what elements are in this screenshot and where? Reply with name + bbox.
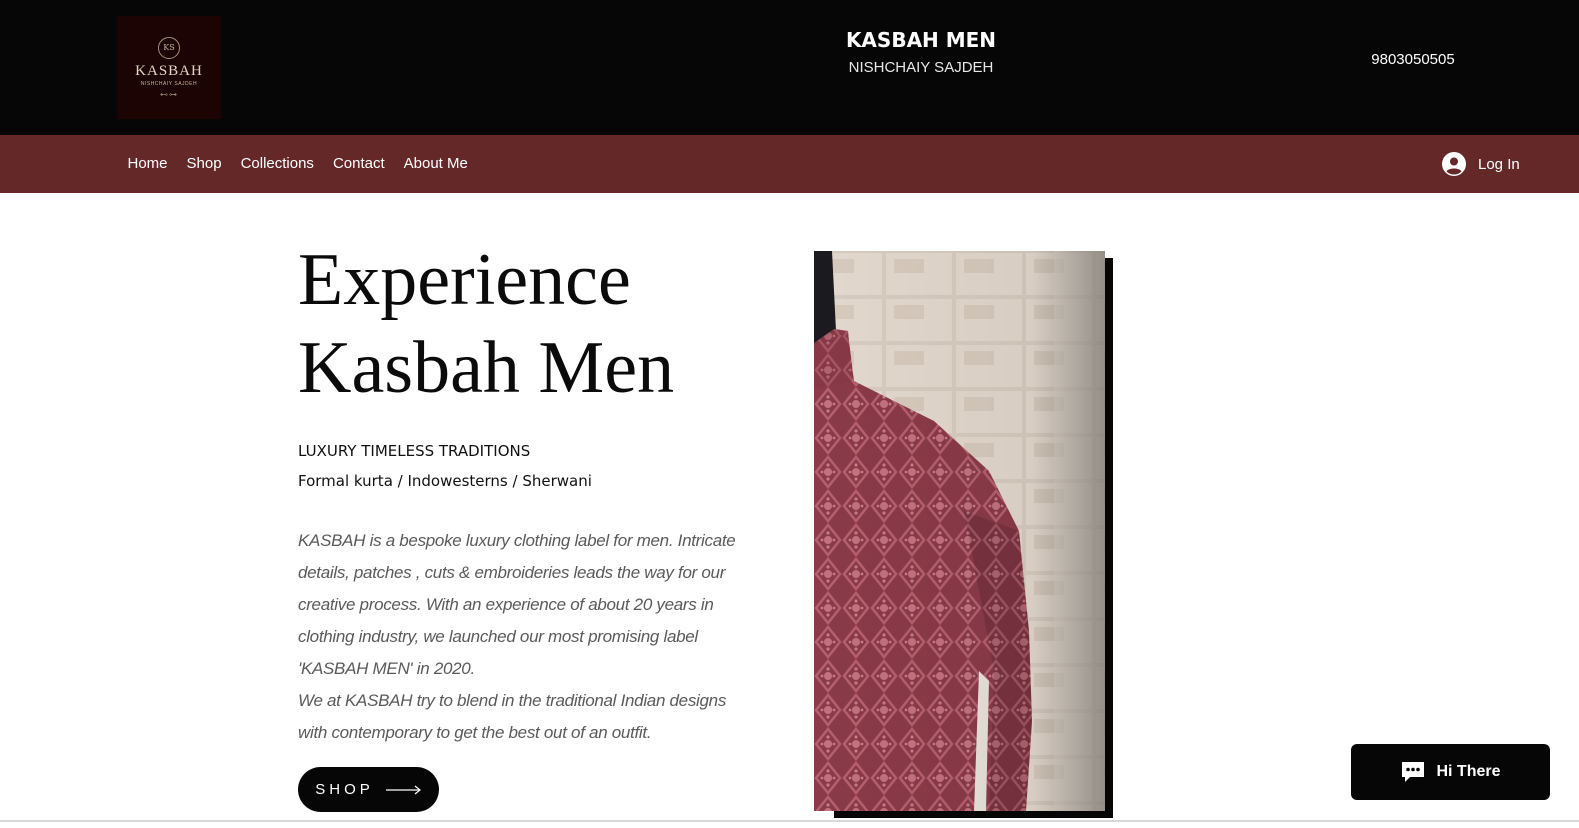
nav-item-collections[interactable]: Collections (231, 135, 323, 193)
brand-logo[interactable]: KS KASBAH NISHCHAIY SAJDEH ⊷⊶ (117, 16, 221, 119)
nav-item-contact[interactable]: Contact (323, 135, 394, 193)
hero-categories: Formal kurta / Indowesterns / Sherwani (298, 472, 592, 490)
nav-item-shop[interactable]: Shop (177, 135, 231, 193)
phone-number: 9803050505 (1371, 51, 1455, 68)
top-header: KS KASBAH NISHCHAIY SAJDEH ⊷⊶ KASBAH MEN… (0, 0, 1579, 135)
hero-description: KASBAH is a bespoke luxury clothing labe… (298, 525, 753, 749)
hero-title-line-2: Kasbah Men (298, 327, 675, 409)
kurta-photo-illustration (814, 251, 1105, 811)
hero-product-image (814, 251, 1105, 811)
logo-flourish-icon: ⊷⊶ (160, 89, 178, 99)
hero-title: Experience Kasbah Men (298, 236, 758, 412)
nav-menu: Home Shop Collections Contact About Me (118, 135, 477, 193)
hero-tagline: LUXURY TIMELESS TRADITIONS (298, 442, 531, 460)
description-paragraph-2: We at KASBAH try to blend in the traditi… (298, 691, 727, 742)
arrow-right-icon (385, 785, 421, 794)
logo-wordmark: KASBAH (135, 62, 203, 79)
chat-widget-button[interactable]: Hi There (1351, 744, 1550, 800)
user-avatar-icon (1442, 152, 1466, 176)
chat-widget-label: Hi There (1436, 763, 1501, 780)
logo-monogram: KS (158, 36, 180, 59)
nav-bar: Home Shop Collections Contact About Me (0, 135, 1579, 193)
site-subtitle: NISHCHAIY SAJDEH (848, 59, 994, 76)
login-button[interactable]: Log In (1442, 148, 1520, 180)
site-title[interactable]: KASBAH MEN (820, 27, 1022, 53)
shop-button[interactable]: SHOP (298, 767, 439, 812)
logo-subline: NISHCHAIY SAJDEH (140, 80, 198, 87)
shop-button-label: SHOP (315, 781, 374, 798)
hero-title-line-1: Experience (298, 239, 631, 321)
page-bottom-divider (0, 820, 1579, 822)
nav-item-about-me[interactable]: About Me (394, 135, 477, 193)
chat-bubble-icon (1402, 762, 1425, 782)
description-paragraph-1: KASBAH is a bespoke luxury clothing labe… (298, 531, 736, 678)
login-label: Log In (1478, 155, 1520, 173)
nav-item-home[interactable]: Home (118, 135, 177, 193)
